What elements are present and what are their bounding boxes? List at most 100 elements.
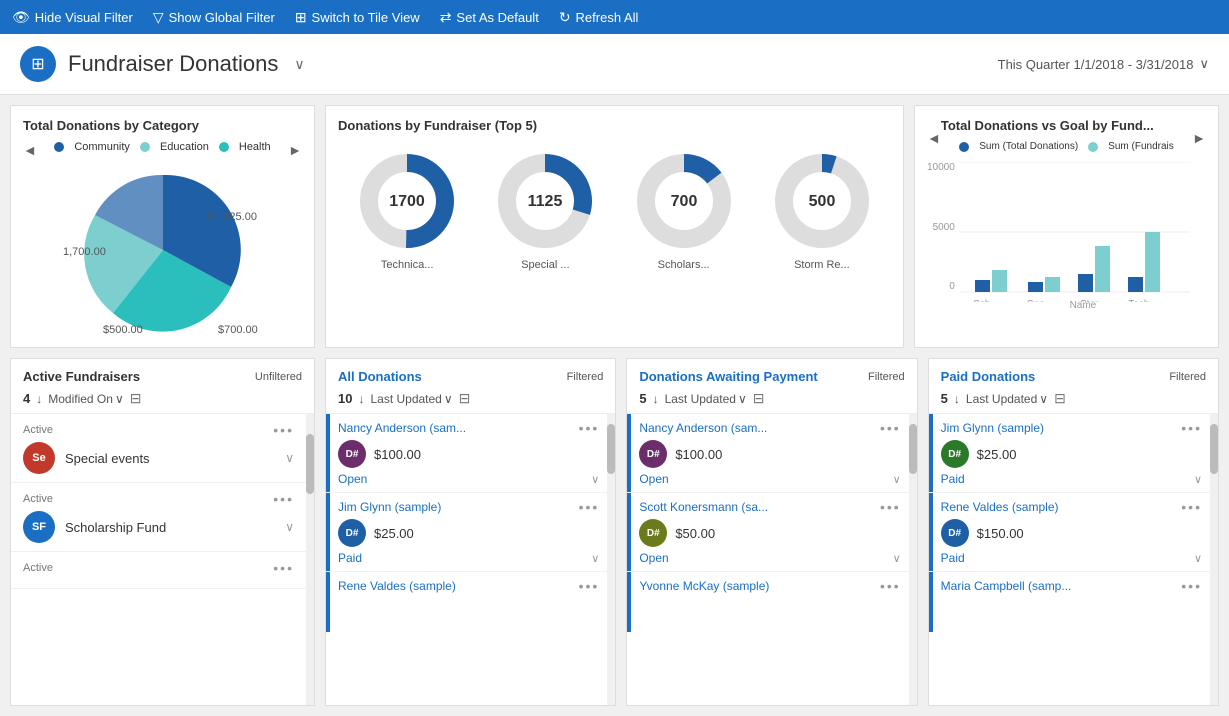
pd-m-2[interactable]: •••	[1181, 499, 1202, 515]
dh-3: Rene Valdes (sample) •••	[338, 578, 599, 594]
dh-2: Jim Glynn (sample) •••	[338, 499, 599, 515]
dap-sr-1: Open ∨	[639, 472, 900, 486]
eye-icon: 👁	[12, 9, 30, 26]
dap-s-2[interactable]: Open	[639, 551, 668, 565]
dm-1[interactable]: •••	[579, 420, 600, 436]
pd-m-3[interactable]: •••	[1181, 578, 1202, 594]
donuts-chart-card: Donations by Fundraiser (Top 5) 1700 Tec…	[325, 105, 904, 348]
dn-3[interactable]: Rene Valdes (sample)	[338, 579, 456, 593]
dn-2[interactable]: Jim Glynn (sample)	[338, 500, 441, 514]
set-as-default-btn[interactable]: ⇄ Set As Default	[440, 9, 539, 26]
pd-panel-body: Jim Glynn (sample) ••• D# $25.00 Paid ∨	[929, 414, 1218, 705]
dap-b-2: D# $50.00	[639, 519, 900, 547]
af-sort-btn[interactable]: Modified On ∨	[48, 392, 124, 406]
dap-filter-icon[interactable]: ⊟	[753, 390, 765, 407]
li-menu-2[interactable]: •••	[273, 491, 294, 507]
bar-legend-dot-2	[1088, 142, 1098, 152]
dap-s-1[interactable]: Open	[639, 472, 668, 486]
pd-header: Paid Donations Filtered 5 ↓ Last Updated…	[929, 359, 1218, 414]
pd-amt-2: $150.00	[977, 526, 1024, 541]
pd-n-3[interactable]: Maria Campbell (samp...	[941, 579, 1072, 593]
pie-prev-btn[interactable]: ◄	[23, 142, 37, 158]
donut-svg-2: 1125	[495, 151, 595, 251]
bar-prev-btn[interactable]: ◄	[927, 130, 941, 146]
dap-sort-btn[interactable]: Last Updated ∨	[665, 392, 747, 406]
pd-se-1[interactable]: ∨	[1194, 473, 1202, 486]
dap-n-1[interactable]: Nancy Anderson (sam...	[639, 421, 767, 435]
title-dropdown-icon[interactable]: ∨	[294, 56, 304, 73]
li-menu-1[interactable]: •••	[273, 422, 294, 438]
dap-m-1[interactable]: •••	[880, 420, 901, 436]
se-2[interactable]: ∨	[591, 552, 599, 565]
pd-sort-down-icon: ∨	[1039, 392, 1048, 406]
pie-chart-svg: $1,125.00 1,700.00 $500.00 $700.00	[53, 165, 273, 335]
legend-community-label: Community	[74, 141, 130, 153]
date-range-text: This Quarter 1/1/2018 - 3/31/2018	[998, 57, 1194, 72]
dap-se-2[interactable]: ∨	[893, 552, 901, 565]
donation-item: Scott Konersmann (sa... ••• D# $50.00 Op…	[627, 492, 908, 571]
li-expand-1[interactable]: ∨	[285, 451, 294, 465]
bar-next-btn[interactable]: ►	[1192, 130, 1206, 146]
dm-3[interactable]: •••	[579, 578, 600, 594]
active-fundraisers-header: Active Fundraisers Unfiltered 4 ↓ Modifi…	[11, 359, 314, 414]
switch-tile-view-btn[interactable]: ⊞ Switch to Tile View	[295, 9, 420, 26]
legend-health-label: Health	[239, 141, 271, 153]
pd-sort-btn[interactable]: Last Updated ∨	[966, 392, 1048, 406]
pd-n-2[interactable]: Rene Valdes (sample)	[941, 500, 1059, 514]
af-status: Unfiltered	[255, 371, 302, 383]
hide-visual-filter-btn[interactable]: 👁 Hide Visual Filter	[12, 9, 133, 26]
li-expand-2[interactable]: ∨	[285, 520, 294, 534]
dap-status: Filtered	[868, 371, 905, 383]
page-header: ⊞ Fundraiser Donations ∨ This Quarter 1/…	[0, 34, 1229, 95]
legend-health-dot	[219, 142, 229, 152]
pd-scrollbar[interactable]	[1210, 414, 1218, 705]
hide-visual-filter-label: Hide Visual Filter	[35, 10, 133, 25]
donut-label-1: Technica...	[381, 259, 434, 271]
pd-b-1: D# $25.00	[941, 440, 1202, 468]
dap-scrollbar[interactable]	[909, 414, 917, 705]
ad-count-down-icon: ↓	[358, 392, 364, 406]
pie-next-btn[interactable]: ►	[288, 142, 302, 158]
svg-text:1,700.00: 1,700.00	[63, 246, 106, 258]
ad-list: Nancy Anderson (sam... ••• D# $100.00 Op…	[326, 414, 607, 705]
pd-m-1[interactable]: •••	[1181, 420, 1202, 436]
dap-m-3[interactable]: •••	[880, 578, 901, 594]
pd-filter-icon[interactable]: ⊟	[1054, 390, 1066, 407]
af-count-down-icon: ↓	[36, 392, 42, 406]
ad-controls: 10 ↓ Last Updated ∨ ⊟	[338, 390, 603, 407]
dap-m-2[interactable]: •••	[880, 499, 901, 515]
dap-sort-field: Last Updated	[665, 392, 736, 406]
dap-n-3[interactable]: Yvonne McKay (sample)	[639, 579, 769, 593]
donation-item: Jim Glynn (sample) ••• D# $25.00 Paid ∨	[929, 414, 1210, 492]
af-scrollbar[interactable]	[306, 414, 314, 705]
ad-sort-btn[interactable]: Last Updated ∨	[370, 392, 452, 406]
ad-scrollbar[interactable]	[607, 414, 615, 705]
damt-2: $25.00	[374, 526, 414, 541]
af-filter-icon[interactable]: ⊟	[130, 390, 142, 407]
se-1[interactable]: ∨	[591, 473, 599, 486]
bar-legend-dot-1	[959, 142, 969, 152]
ad-sort-field: Last Updated	[370, 392, 441, 406]
dm-2[interactable]: •••	[579, 499, 600, 515]
pd-n-1[interactable]: Jim Glynn (sample)	[941, 421, 1044, 435]
donut-svg-1: 1700	[357, 151, 457, 251]
pd-s-2[interactable]: Paid	[941, 551, 965, 565]
dap-panel-body: Nancy Anderson (sam... ••• D# $100.00 Op…	[627, 414, 916, 705]
show-global-filter-btn[interactable]: ▽ Show Global Filter	[153, 9, 275, 26]
bar-legend: Sum (Total Donations) Sum (Fundrais	[941, 141, 1192, 152]
dap-sort-down-icon: ∨	[738, 392, 747, 406]
pd-se-2[interactable]: ∨	[1194, 552, 1202, 565]
li-menu-3[interactable]: •••	[273, 560, 294, 576]
dap-n-2[interactable]: Scott Konersmann (sa...	[639, 500, 768, 514]
dap-se-1[interactable]: ∨	[893, 473, 901, 486]
ad-filter-icon[interactable]: ⊟	[459, 390, 471, 407]
ds-2[interactable]: Paid	[338, 551, 362, 565]
pd-s-1[interactable]: Paid	[941, 472, 965, 486]
dap-h-3: Yvonne McKay (sample) •••	[639, 578, 900, 594]
date-range[interactable]: This Quarter 1/1/2018 - 3/31/2018 ∨	[998, 56, 1209, 72]
panel-title-row-pd: Paid Donations Filtered	[941, 369, 1206, 384]
pd-b-2: D# $150.00	[941, 519, 1202, 547]
dn-1[interactable]: Nancy Anderson (sam...	[338, 421, 466, 435]
refresh-all-btn[interactable]: ↻ Refresh All	[559, 9, 639, 26]
ds-1[interactable]: Open	[338, 472, 367, 486]
